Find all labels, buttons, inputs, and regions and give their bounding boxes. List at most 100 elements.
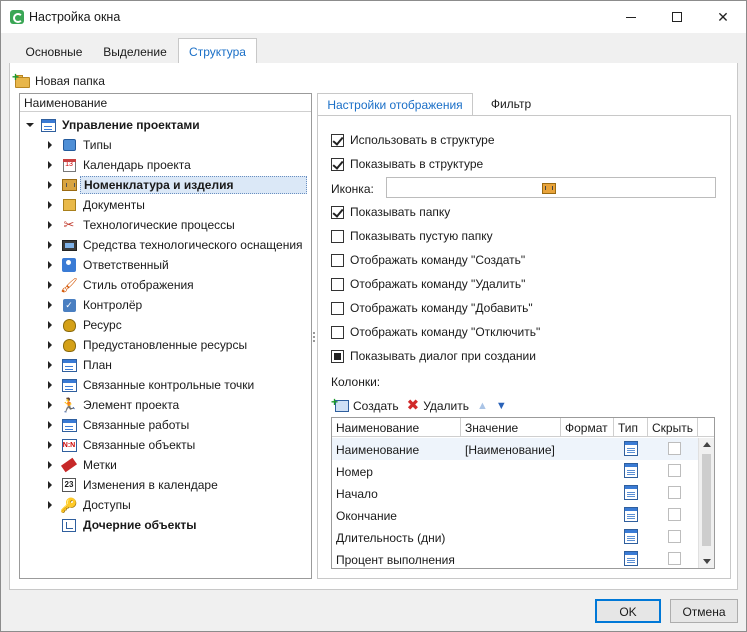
tree-item-resource[interactable]: Ресурс — [20, 315, 311, 335]
checkbox-box[interactable] — [331, 349, 344, 363]
expand-icon[interactable] — [48, 501, 52, 509]
type-icon[interactable] — [624, 485, 638, 500]
tree-item-related-objects[interactable]: N:N Связанные объекты — [20, 435, 311, 455]
tab-display-settings[interactable]: Настройки отображения — [317, 93, 473, 115]
tree-item-documents[interactable]: Документы — [20, 195, 311, 215]
splitter-handle[interactable] — [313, 331, 316, 345]
expand-icon[interactable] — [48, 421, 52, 429]
tree-item-related-works[interactable]: Связанные работы — [20, 415, 311, 435]
hide-checkbox[interactable] — [668, 464, 681, 477]
tree-item-calendar[interactable]: 13 Календарь проекта — [20, 155, 311, 175]
grid-header-name[interactable]: Наименование — [332, 418, 461, 437]
show-dialog-checkbox[interactable]: Показывать диалог при создании — [331, 348, 536, 364]
tree-item-checkpoints[interactable]: Связанные контрольные точки — [20, 375, 311, 395]
type-icon[interactable] — [624, 529, 638, 544]
table-row[interactable]: Наименование [Наименование] — [332, 438, 698, 460]
minimize-button[interactable] — [608, 1, 654, 33]
cell-value[interactable] — [461, 460, 561, 482]
expand-icon[interactable] — [48, 441, 52, 449]
cell-name[interactable]: Процент выполнения — [332, 548, 461, 568]
tree-item-child-objects[interactable]: Дочерние объекты — [20, 515, 311, 535]
cell-name[interactable]: Окончание — [332, 504, 461, 526]
tree-root[interactable]: Управление проектами — [20, 115, 311, 135]
expand-icon[interactable] — [48, 141, 52, 149]
expand-icon[interactable] — [48, 401, 52, 409]
tree-item-style[interactable]: 🖌 Стиль отображения — [20, 275, 311, 295]
cmd-disable-checkbox[interactable]: Отображать команду "Отключить" — [331, 324, 540, 340]
expand-icon[interactable] — [48, 181, 52, 189]
hide-checkbox[interactable] — [668, 508, 681, 521]
tree-item-equipment[interactable]: Средства технологического оснащения — [20, 235, 311, 255]
tree-item-processes[interactable]: ✂ Технологические процессы — [20, 215, 311, 235]
scroll-thumb[interactable] — [702, 454, 711, 546]
checkbox-box[interactable] — [331, 301, 344, 315]
checkbox-box[interactable] — [331, 253, 344, 267]
tree-item-nomenclature[interactable]: Номенклатура и изделия — [20, 175, 311, 195]
tree-item-calendar-changes[interactable]: 23 Изменения в календаре — [20, 475, 311, 495]
tree-item-responsible[interactable]: Ответственный — [20, 255, 311, 275]
type-icon[interactable] — [624, 551, 638, 566]
grid-header-hide[interactable]: Скрыть — [648, 418, 698, 437]
collapse-icon[interactable] — [26, 123, 34, 127]
scroll-down-icon[interactable] — [703, 559, 711, 564]
create-column-button[interactable]: Создать — [331, 395, 399, 413]
use-in-structure-checkbox[interactable]: Использовать в структуре — [331, 132, 495, 148]
checkbox-box[interactable] — [331, 277, 344, 291]
cancel-button[interactable]: Отмена — [670, 599, 738, 623]
structure-tree[interactable]: Наименование Управление проектами Типы 1… — [19, 93, 312, 579]
expand-icon[interactable] — [48, 201, 52, 209]
close-button[interactable]: ✕ — [700, 1, 746, 33]
table-row[interactable]: Процент выполнения — [332, 548, 698, 568]
expand-icon[interactable] — [48, 481, 52, 489]
cell-value[interactable] — [461, 526, 561, 548]
hide-checkbox[interactable] — [668, 530, 681, 543]
type-icon[interactable] — [624, 441, 638, 456]
delete-column-button[interactable]: ✖ Удалить — [407, 398, 469, 413]
cell-value[interactable] — [461, 504, 561, 526]
cell-name[interactable]: Длительность (дни) — [332, 526, 461, 548]
type-icon[interactable] — [624, 507, 638, 522]
tree-item-types[interactable]: Типы — [20, 135, 311, 155]
grid-header-format[interactable]: Формат — [561, 418, 614, 437]
table-row[interactable]: Начало — [332, 482, 698, 504]
tree-item-controller[interactable]: ✓ Контролёр — [20, 295, 311, 315]
table-row[interactable]: Окончание — [332, 504, 698, 526]
grid-scrollbar[interactable] — [698, 438, 714, 568]
cell-value[interactable]: [Наименование] — [461, 438, 561, 460]
expand-icon[interactable] — [48, 341, 52, 349]
tree-item-plan[interactable]: План — [20, 355, 311, 375]
type-icon[interactable] — [624, 463, 638, 478]
ok-button[interactable]: OK — [595, 599, 661, 623]
checkbox-box[interactable] — [331, 133, 344, 147]
expand-icon[interactable] — [48, 321, 52, 329]
table-row[interactable]: Длительность (дни) — [332, 526, 698, 548]
scroll-up-icon[interactable] — [703, 442, 711, 447]
expand-icon[interactable] — [48, 221, 52, 229]
expand-icon[interactable] — [48, 161, 52, 169]
table-row[interactable]: Номер — [332, 460, 698, 482]
grid-header-value[interactable]: Значение — [461, 418, 561, 437]
cmd-create-checkbox[interactable]: Отображать команду "Создать" — [331, 252, 525, 268]
tab-selection[interactable]: Выделение — [95, 40, 175, 63]
cell-name[interactable]: Начало — [332, 482, 461, 504]
checkbox-box[interactable] — [331, 157, 344, 171]
expand-icon[interactable] — [48, 361, 52, 369]
expand-icon[interactable] — [48, 241, 52, 249]
hide-checkbox[interactable] — [668, 552, 681, 565]
cell-value[interactable] — [461, 482, 561, 504]
cell-name[interactable]: Наименование — [332, 438, 461, 460]
move-up-icon[interactable]: ▲ — [477, 400, 488, 412]
tab-filter[interactable]: Фильтр — [477, 93, 545, 115]
grid-header-type[interactable]: Тип — [614, 418, 648, 437]
cmd-add-checkbox[interactable]: Отображать команду "Добавить" — [331, 300, 533, 316]
tab-structure[interactable]: Структура — [178, 38, 257, 64]
maximize-button[interactable] — [654, 1, 700, 33]
tree-item-tags[interactable]: Метки — [20, 455, 311, 475]
tree-item-preset-resources[interactable]: Предустановленные ресурсы — [20, 335, 311, 355]
expand-icon[interactable] — [48, 281, 52, 289]
checkbox-box[interactable] — [331, 229, 344, 243]
tree-item-access[interactable]: 🔑 Доступы — [20, 495, 311, 515]
tree-item-project-element[interactable]: 🏃 Элемент проекта — [20, 395, 311, 415]
show-in-structure-checkbox[interactable]: Показывать в структуре — [331, 156, 483, 172]
expand-icon[interactable] — [48, 381, 52, 389]
